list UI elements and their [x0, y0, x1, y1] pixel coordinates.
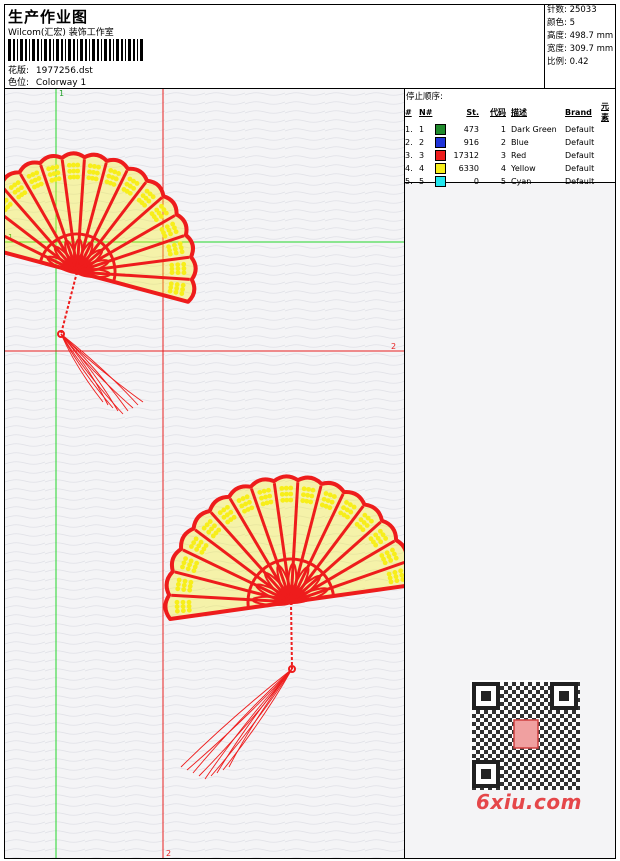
stop-stitch-count: 6330 [458, 164, 479, 173]
color-swatch [435, 176, 446, 187]
col-code: 代码 [490, 107, 506, 117]
embroidery-preview: 1 1 2 2 [5, 89, 404, 858]
sheet-header: 生产作业图 Wilcom(汇宏) 装饰工作室 花版: 1977256.dst 色… [4, 4, 616, 89]
stop-stitch-count: 17312 [453, 151, 479, 160]
stop-description: Yellow [511, 164, 536, 173]
stop-code: 4 [500, 164, 506, 173]
stop-sequence-table: # N# St. 代码 描述 Brand 元素 1. 1 473 1 Dark Gree… [405, 101, 615, 188]
stop-stitch-count: 473 [463, 125, 479, 134]
colorway-value: Colorway 1 [35, 78, 87, 88]
stop-needle: 4 [419, 164, 425, 173]
stop-needle: 2 [419, 138, 425, 147]
col-brand: Brand [565, 107, 592, 117]
stop-code: 1 [500, 125, 506, 134]
stop-index: 5. [405, 177, 413, 186]
stop-row: 5. 5 0 5 Cyan Default [405, 175, 615, 188]
stop-description: Red [511, 151, 527, 160]
stop-brand: Default [565, 177, 595, 186]
site-watermark: 6xiu.com [476, 790, 582, 814]
stop-stitch-count: 916 [463, 138, 479, 147]
colorway-line: 色位: Colorway 1 [8, 75, 86, 88]
stop-code: 5 [500, 177, 506, 186]
studio-subtitle: Wilcom(汇宏) 装饰工作室 [8, 28, 114, 38]
stop-row: 2. 2 916 2 Blue Default [405, 136, 615, 149]
guide-label-v1: 1 [59, 89, 64, 98]
stop-row: 3. 3 17312 3 Red Default [405, 149, 615, 162]
stop-stitch-count: 0 [473, 177, 479, 186]
color-swatch [435, 137, 446, 148]
guide-label-h2: 2 [391, 342, 396, 351]
color-swatch [435, 150, 446, 161]
stop-table-header: # N# St. 代码 描述 Brand 元素 [405, 101, 615, 123]
stop-needle: 3 [419, 151, 425, 160]
qr-code-watermark [470, 680, 580, 790]
col-stitches: St. [466, 107, 479, 117]
stop-brand: Default [565, 164, 595, 173]
design-canvas[interactable]: 1 1 2 2 [5, 89, 404, 858]
info-stitches: 针数: 25033 [547, 5, 597, 15]
barcode-image [8, 39, 143, 61]
stop-sequence-header: 停止顺序: # N# St. 代码 描述 Brand 元素 1. 1 473 1 Dar… [405, 89, 615, 187]
stop-brand: Default [565, 151, 595, 160]
color-swatch [435, 163, 446, 174]
col-index: # [405, 107, 412, 117]
stop-index: 1. [405, 125, 413, 134]
col-element: 元素 [601, 102, 609, 122]
stop-description: Blue [511, 138, 529, 147]
stop-row: 4. 4 6330 4 Yellow Default [405, 162, 615, 175]
stop-index: 3. [405, 151, 413, 160]
col-needle: N# [419, 107, 433, 117]
stop-code: 3 [500, 151, 506, 160]
stop-code: 2 [500, 138, 506, 147]
colorway-label: 色位: [8, 78, 30, 88]
stop-index: 2. [405, 138, 413, 147]
col-description: 描述 [511, 107, 527, 117]
page-title: 生产作业图 [8, 8, 89, 26]
stop-index: 4. [405, 164, 413, 173]
info-scale: 比例: 0.42 [547, 57, 589, 67]
info-height: 高度: 498.7 mm [547, 31, 614, 41]
stop-description: Dark Green [511, 125, 557, 134]
stop-needle: 5 [419, 177, 425, 186]
stop-brand: Default [565, 138, 595, 147]
color-swatch [435, 124, 446, 135]
stop-brand: Default [565, 125, 595, 134]
stop-needle: 1 [419, 125, 425, 134]
design-info-box: 针数: 25033 颜色: 5 高度: 498.7 mm 宽度: 309.7 m… [544, 4, 616, 89]
info-colors: 颜色: 5 [547, 18, 575, 28]
info-width: 宽度: 309.7 mm [547, 44, 614, 54]
guide-label-v2: 2 [166, 849, 171, 858]
stop-description: Cyan [511, 177, 532, 186]
stop-row: 1. 1 473 1 Dark Green Default [405, 123, 615, 136]
